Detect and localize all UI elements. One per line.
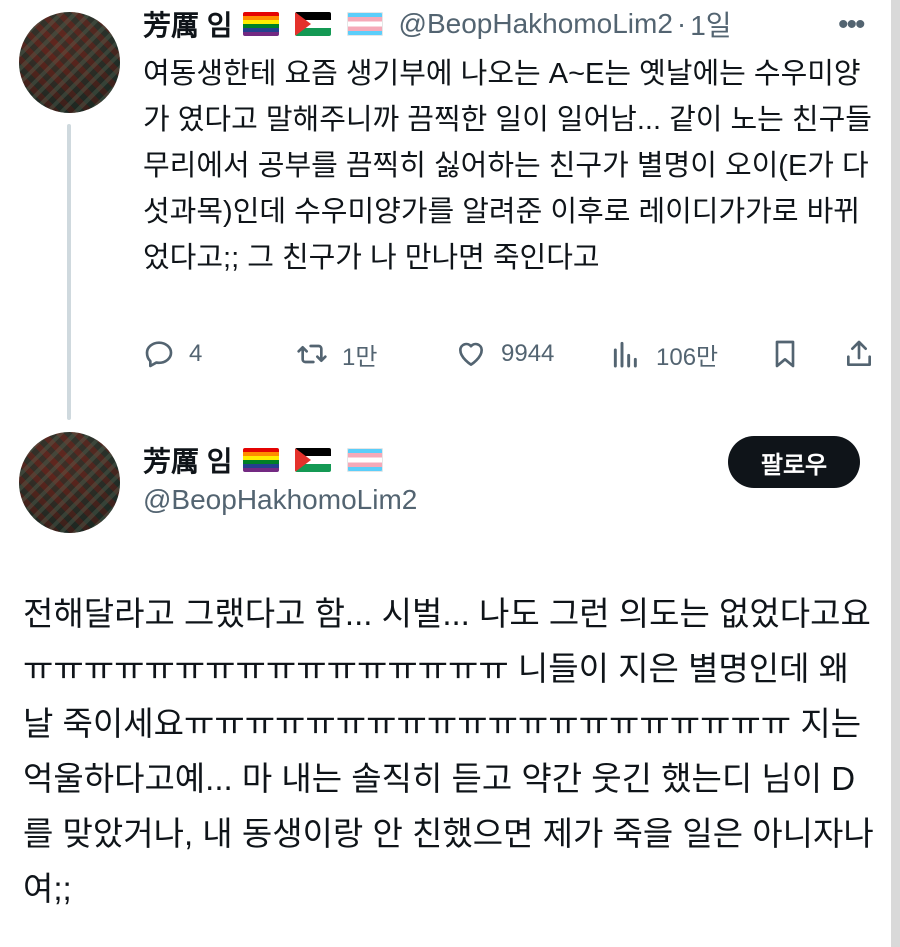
bar-chart-icon [613,341,637,368]
reply-avatar[interactable] [19,432,120,533]
tweet-action-bar: 4 1만 9944 106만 [143,332,878,376]
transgender-flag-icon [346,12,383,36]
rainbow-flag-icon [242,12,279,36]
follow-button[interactable]: 팔로우 [728,436,860,488]
more-options-icon[interactable]: ••• [838,8,865,42]
rainbow-flag-icon [242,448,279,472]
palestine-flag-icon [294,448,331,472]
heart-icon [459,342,483,366]
reply-author-handle[interactable]: @BeopHakhomoLim2 [143,484,417,516]
tweet-timestamp[interactable]: 1일 [690,4,731,44]
reply-author-name[interactable]: 芳厲 임 [143,440,233,480]
palestine-flag-icon [294,12,331,36]
transgender-flag-icon [346,448,383,472]
bookmark-icon [775,340,795,368]
bookmark-button[interactable] [769,332,815,376]
reply-author-row: 芳厲 임 [143,440,399,480]
like-button[interactable]: 9944 [455,332,554,376]
avatar[interactable] [19,12,120,113]
retweet-icon [297,344,327,364]
share-icon [847,340,871,366]
like-count: 9944 [501,340,555,367]
tweet-header: 芳厲 임 @BeopHakhomoLim2 · 1일 [143,4,732,44]
retweet-count: 1만 [342,343,378,371]
author-handle[interactable]: @BeopHakhomoLim2 [399,8,673,40]
reply-button[interactable]: 4 [143,332,202,376]
author-name[interactable]: 芳厲 임 [143,4,233,44]
thread-connector-line [67,124,71,420]
views-button[interactable]: 106만 [610,332,718,376]
view-count: 106만 [656,343,719,371]
scrollbar[interactable] [891,0,900,947]
tweet-text: 여동생한테 요즘 생기부에 나오는 A~E는 옛날에는 수우미양가 였다고 말해… [143,58,872,274]
share-button[interactable] [843,332,889,376]
reply-text: 전해달라고 그랬다고 함... 시벌... 나도 그런 의도는 없었다고요ㅠㅠㅠ… [23,595,874,907]
reply-icon [145,341,173,368]
retweet-button[interactable]: 1만 [296,332,377,376]
reply-count: 4 [189,340,203,367]
separator-dot: · [676,8,687,39]
